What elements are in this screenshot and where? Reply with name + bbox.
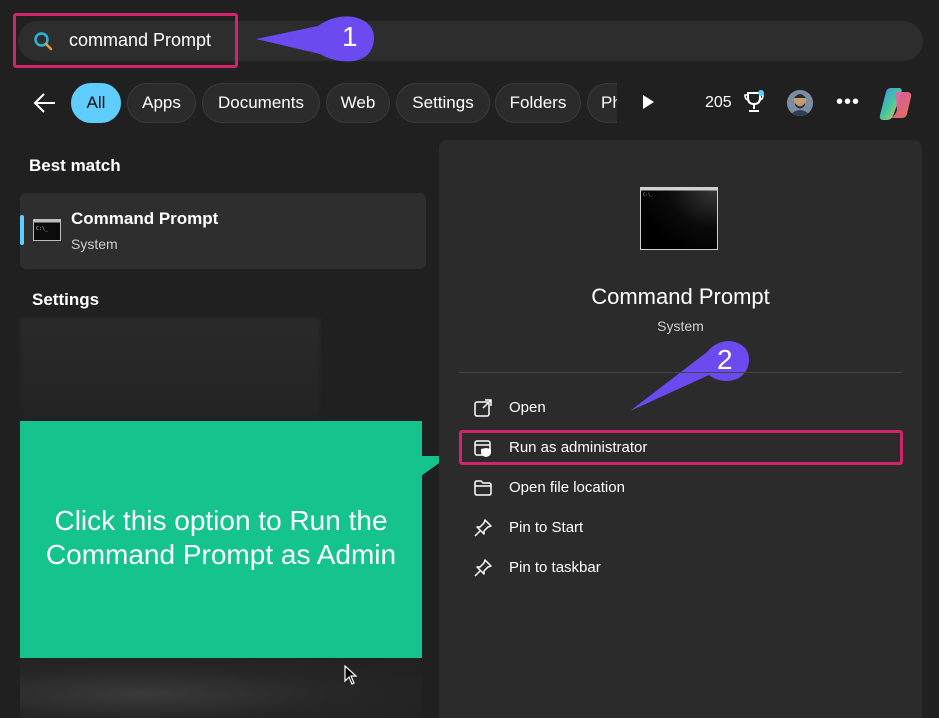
blurred-results [20,318,320,421]
pin-icon [474,559,492,577]
user-avatar-icon [787,90,813,116]
callout-text: Click this option to Run the Command Pro… [45,505,397,570]
command-prompt-icon: C:\_ [33,219,61,241]
more-options-icon[interactable]: ••• [836,91,860,114]
pin-icon [474,519,492,537]
preview-divider [459,372,902,373]
search-highlight-box [13,13,238,68]
action-pin-to-taskbar[interactable]: Pin to taskbar [459,551,902,585]
open-external-icon [474,399,492,417]
settings-heading: Settings [32,290,100,309]
step1-number: 1 [342,21,358,52]
tab-documents[interactable]: Documents [202,83,320,123]
play-icon[interactable] [640,93,656,111]
preview-subtitle: System [657,318,704,334]
mouse-cursor-icon [344,665,358,685]
command-prompt-large-icon: C:\_ [640,187,718,250]
action-open-file-location-label: Open file location [509,479,625,496]
trophy-icon[interactable] [743,90,765,114]
best-match-heading: Best match [29,156,121,175]
copilot-icon[interactable] [877,84,915,122]
action-open[interactable]: Open [459,391,902,425]
best-match-title: Command Prompt [71,209,219,228]
action-pin-to-taskbar-label: Pin to taskbar [509,559,601,576]
rewards-points: 205 [705,94,732,111]
svg-text:C:\_: C:\_ [643,192,653,197]
tab-all[interactable]: All [71,83,121,123]
selection-indicator [20,215,24,245]
tab-photos[interactable]: Ph [587,83,617,123]
preview-title: Command Prompt [591,284,770,309]
back-arrow-icon[interactable] [32,90,58,116]
tab-settings[interactable]: Settings [396,83,490,123]
best-match-subtitle: System [71,236,118,252]
svg-text:C:\_: C:\_ [36,226,49,232]
action-pin-to-start-label: Pin to Start [509,519,584,536]
action-open-file-location[interactable]: Open file location [459,471,902,505]
action-open-label: Open [509,399,546,416]
action-pin-to-start[interactable]: Pin to Start [459,511,902,545]
tab-web[interactable]: Web [326,83,390,123]
tab-folders[interactable]: Folders [495,83,581,123]
best-match-result[interactable] [20,193,426,269]
blurred-results-bottom [20,658,422,718]
folder-icon [474,480,492,496]
tab-apps[interactable]: Apps [127,83,196,123]
avatar[interactable] [787,90,813,116]
admin-highlight-box [459,430,903,465]
